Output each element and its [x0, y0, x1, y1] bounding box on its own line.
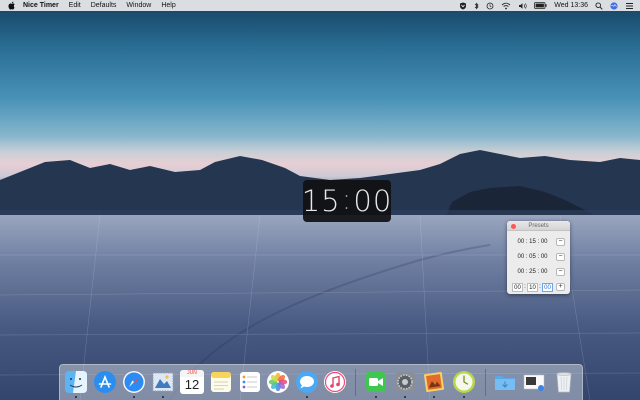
- desktop-stack-icon[interactable]: [522, 370, 546, 394]
- presets-title: Presets: [528, 223, 549, 229]
- menu-app-name[interactable]: Nice Timer: [23, 2, 59, 9]
- new-preset-row: 00 : 10 : 00 +: [512, 282, 567, 292]
- notification-center-icon[interactable]: [625, 2, 634, 10]
- app-store-icon[interactable]: [93, 370, 117, 394]
- preset-row[interactable]: 00 : 15 : 00 −: [512, 237, 567, 247]
- system-preferences-icon[interactable]: [393, 370, 417, 394]
- volume-icon[interactable]: [518, 2, 527, 10]
- running-indicator: [75, 396, 77, 398]
- siri-icon[interactable]: [610, 1, 618, 10]
- dock-separator: [355, 369, 356, 396]
- new-preset-hours-field[interactable]: 00: [512, 282, 523, 292]
- running-indicator: [404, 396, 406, 398]
- shield-icon[interactable]: [459, 2, 467, 10]
- timer-colon: :: [341, 182, 353, 216]
- dock-separator: [485, 369, 486, 396]
- photos-icon[interactable]: [266, 370, 290, 394]
- remove-preset-button[interactable]: −: [556, 253, 565, 261]
- running-indicator: [133, 396, 135, 398]
- trash-icon[interactable]: [552, 370, 576, 394]
- reminders-icon[interactable]: [238, 370, 262, 394]
- music-icon[interactable]: [323, 370, 347, 394]
- timemachine-icon[interactable]: [486, 2, 494, 10]
- timer-display[interactable]: 15:00: [301, 180, 393, 222]
- preview-icon[interactable]: [422, 370, 446, 394]
- menu-defaults[interactable]: Defaults: [91, 2, 117, 9]
- preset-time[interactable]: 00 : 15 : 00: [512, 239, 553, 245]
- presets-titlebar[interactable]: Presets: [507, 221, 570, 231]
- calendar-day: 12: [184, 377, 200, 392]
- remove-preset-button[interactable]: −: [556, 238, 565, 246]
- remove-preset-button[interactable]: −: [556, 268, 565, 276]
- nice-timer-icon[interactable]: [452, 370, 476, 394]
- new-preset-seconds-field[interactable]: 00: [542, 282, 553, 292]
- folder-icon[interactable]: [493, 370, 517, 394]
- wifi-icon[interactable]: [501, 2, 511, 10]
- facetime-icon[interactable]: [364, 370, 388, 394]
- preset-time[interactable]: 00 : 25 : 00: [512, 269, 553, 275]
- bluetooth-icon[interactable]: [474, 2, 479, 10]
- mail-icon[interactable]: [151, 370, 175, 394]
- preset-time[interactable]: 00 : 05 : 00: [512, 254, 553, 260]
- close-icon[interactable]: [511, 223, 516, 229]
- safari-icon[interactable]: [122, 370, 146, 394]
- apple-icon[interactable]: [7, 1, 17, 10]
- timer-seconds: 00: [353, 184, 393, 218]
- finder-icon[interactable]: [64, 370, 88, 394]
- running-indicator: [306, 396, 308, 398]
- presets-window: Presets 00 : 15 : 00 − 00 : 05 : 00 − 00…: [507, 221, 570, 294]
- menu-clock[interactable]: Wed 13:36: [554, 2, 588, 9]
- menu-bar: Nice Timer Edit Defaults Window Help Wed…: [0, 0, 640, 11]
- menu-extras: Wed 13:36: [459, 0, 634, 11]
- timer-minutes: 15: [301, 184, 341, 218]
- running-indicator: [463, 396, 465, 398]
- menu-edit[interactable]: Edit: [69, 2, 81, 9]
- search-icon[interactable]: [595, 1, 603, 10]
- running-indicator: [162, 396, 164, 398]
- preset-row[interactable]: 00 : 05 : 00 −: [512, 252, 567, 262]
- notes-icon[interactable]: [209, 370, 233, 394]
- running-indicator: [433, 396, 435, 398]
- running-indicator: [375, 396, 377, 398]
- menu-window[interactable]: Window: [126, 2, 151, 9]
- new-preset-minutes-field[interactable]: 10: [527, 282, 538, 292]
- calendar-icon[interactable]: JUN 12: [180, 370, 204, 394]
- battery-icon[interactable]: [534, 2, 547, 9]
- menu-help[interactable]: Help: [161, 2, 175, 9]
- messages-icon[interactable]: [295, 370, 319, 394]
- preset-row[interactable]: 00 : 25 : 00 −: [512, 267, 567, 277]
- calendar-month: JUN: [180, 370, 204, 377]
- add-preset-button[interactable]: +: [556, 283, 565, 291]
